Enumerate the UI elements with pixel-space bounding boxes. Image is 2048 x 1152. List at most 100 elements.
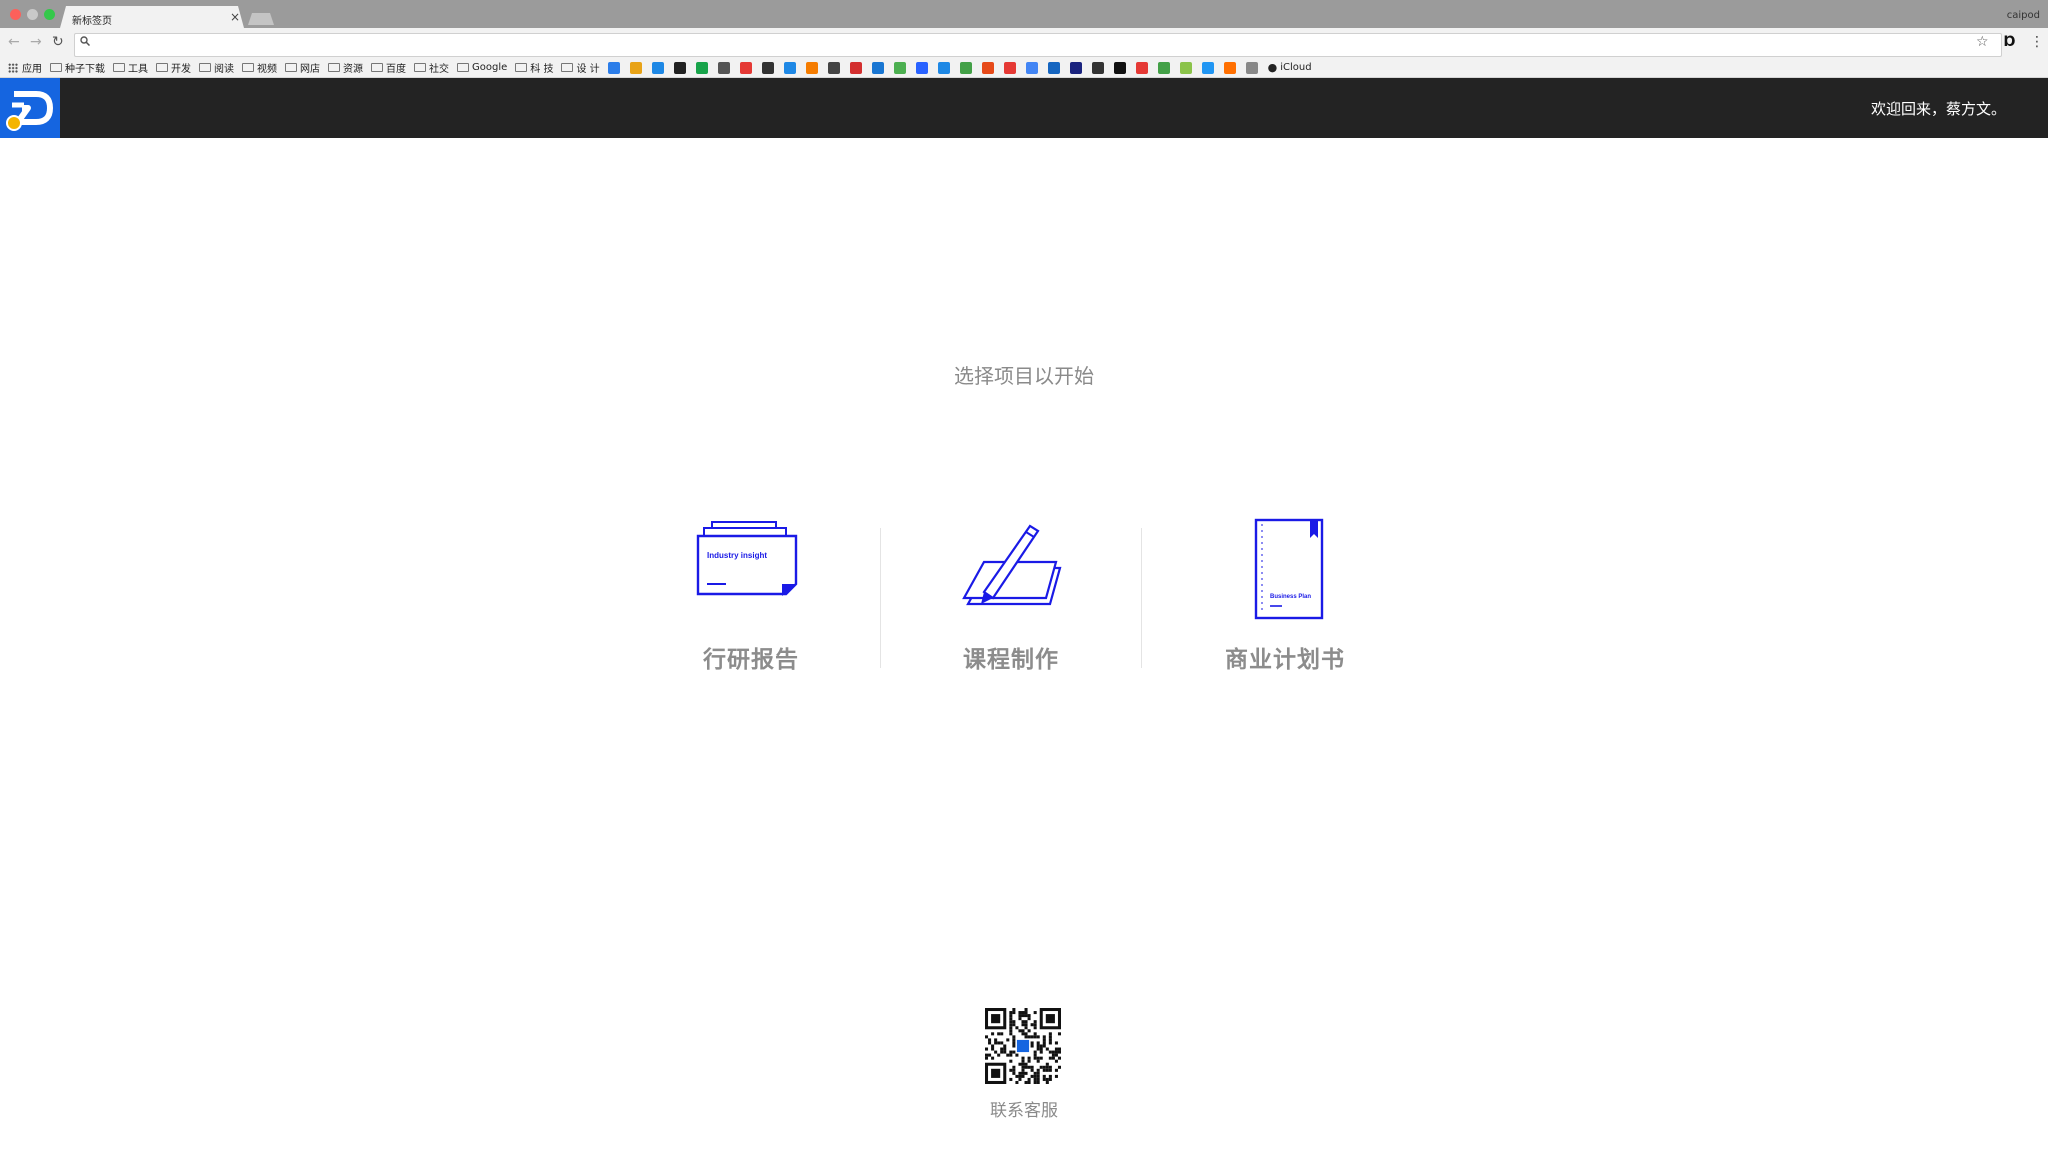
bookmark-label: 阅读 (214, 64, 234, 75)
folder-icon (242, 63, 254, 72)
bookmark-favicon[interactable] (1135, 61, 1148, 74)
divider (1141, 528, 1142, 668)
bookmark-favicon[interactable] (739, 61, 752, 74)
bookmark-favicon[interactable] (1179, 61, 1192, 74)
bookmark-favicon[interactable] (1223, 61, 1236, 74)
bookmark-favicon[interactable] (849, 61, 862, 74)
bookmark-favicon[interactable] (761, 61, 774, 74)
industry-insight-text: Industry insight (707, 551, 767, 560)
back-arrow-icon[interactable]: ← (8, 34, 20, 50)
extension-icon[interactable]: Ɒ (2004, 34, 2016, 50)
bookmark-label: 科 技 (530, 64, 554, 75)
search-icon (80, 36, 91, 49)
browser-titlebar (0, 0, 2048, 28)
bookmark-folder[interactable]: 阅读 (199, 60, 234, 75)
folder-icon (156, 63, 168, 72)
bookmark-label: 工具 (128, 64, 148, 75)
address-bar[interactable] (74, 33, 2002, 57)
bookmark-label: 种子下载 (65, 64, 105, 75)
project-card-industry-report[interactable]: Industry insight 行研报告 (631, 518, 871, 678)
bookmark-folder[interactable]: Google (457, 62, 507, 73)
bookmark-star-icon[interactable]: ☆ (1976, 34, 1989, 50)
folder-icon (50, 63, 62, 72)
apps-grid-icon (8, 62, 18, 73)
tab-title: 新标签页 (72, 16, 112, 27)
bookmark-favicon[interactable] (1091, 61, 1104, 74)
bookmark-apps[interactable]: 应用 (8, 60, 42, 75)
folder-icon (457, 63, 469, 72)
bookmark-favicon[interactable] (1003, 61, 1016, 74)
bookmarks-bar: 应用 种子下载 工具 开发 阅读 视频 网店 资源 百度 社交 Google 科… (0, 58, 2048, 78)
bookmark-favicon[interactable] (827, 61, 840, 74)
bookmark-folder[interactable]: 开发 (156, 60, 191, 75)
bookmark-favicons (607, 61, 1268, 74)
bookmark-favicon[interactable] (783, 61, 796, 74)
menu-dots-icon[interactable]: ⋮ (2030, 34, 2044, 50)
bookmark-favicon[interactable] (915, 61, 928, 74)
bookmark-favicon[interactable] (607, 61, 620, 74)
divider (880, 528, 881, 668)
bookmark-favicon[interactable] (805, 61, 818, 74)
bookmark-favicon[interactable] (1047, 61, 1060, 74)
bookmark-favicon[interactable] (1025, 61, 1038, 74)
folder-icon (285, 63, 297, 72)
contact-support-link[interactable]: 联系客服 (0, 1096, 2048, 1121)
app-header (0, 78, 2048, 138)
bookmark-favicon[interactable] (893, 61, 906, 74)
bookmark-label: 开发 (171, 64, 191, 75)
bookmark-favicon[interactable] (629, 61, 642, 74)
maximize-window-button[interactable] (44, 9, 55, 20)
bookmark-favicon[interactable] (695, 61, 708, 74)
bookmark-folder[interactable]: 网店 (285, 60, 320, 75)
profile-name[interactable]: caipod (2007, 10, 2040, 21)
business-plan-text: Business Plan (1270, 594, 1311, 600)
folder-icon (328, 63, 340, 72)
bookmark-favicon[interactable] (1201, 61, 1214, 74)
bookmark-folder[interactable]: 设 计 (561, 60, 600, 75)
apple-icon: ● (1267, 61, 1278, 74)
reload-icon[interactable]: ↻ (52, 34, 64, 50)
folder-icon (113, 63, 125, 72)
folder-icon (414, 63, 426, 72)
bookmark-favicon[interactable] (937, 61, 950, 74)
bookmark-favicon[interactable] (1069, 61, 1082, 74)
bookmark-favicon[interactable] (717, 61, 730, 74)
bookmark-folder[interactable]: 百度 (371, 60, 406, 75)
new-tab-button[interactable] (248, 13, 274, 25)
bookmark-label: 设 计 (576, 64, 600, 75)
card-label: 商业计划书 (1225, 647, 1345, 673)
bookmark-favicon[interactable] (981, 61, 994, 74)
bookmark-folder[interactable]: 视频 (242, 60, 277, 75)
project-card-business-plan[interactable]: Business Plan 商业计划书 (1165, 518, 1405, 678)
bookmark-folder[interactable]: 种子下载 (50, 60, 105, 75)
project-card-course[interactable]: 课程制作 (891, 518, 1131, 678)
bookmark-folder[interactable]: 科 技 (515, 60, 553, 75)
industry-report-icon: Industry insight (696, 521, 798, 596)
bookmark-favicon[interactable] (1157, 61, 1170, 74)
bookmark-label: 视频 (257, 64, 277, 75)
forward-arrow-icon[interactable]: → (30, 34, 42, 50)
card-label: 行研报告 (703, 647, 799, 673)
logo-icon (6, 91, 53, 131)
bookmark-favicon[interactable] (1245, 61, 1258, 74)
bookmark-favicon[interactable] (871, 61, 884, 74)
tab-close-icon[interactable]: × (230, 10, 240, 24)
business-plan-icon: Business Plan (1254, 518, 1324, 620)
bookmark-folder[interactable]: 资源 (328, 60, 363, 75)
folder-icon (561, 63, 574, 72)
app-logo[interactable] (0, 78, 60, 138)
page-title: 选择项目以开始 (954, 364, 1094, 388)
bookmark-folder[interactable]: 社交 (414, 60, 449, 75)
bookmark-icloud[interactable]: ● iCloud (1268, 61, 1312, 74)
minimize-window-button[interactable] (27, 9, 38, 20)
bookmark-label: 百度 (386, 64, 406, 75)
bookmark-favicon[interactable] (673, 61, 686, 74)
close-window-button[interactable] (10, 9, 21, 20)
bookmark-folder[interactable]: 工具 (113, 60, 148, 75)
bookmark-favicon[interactable] (1113, 61, 1126, 74)
bookmark-favicon[interactable] (959, 61, 972, 74)
bookmark-label: 社交 (429, 64, 449, 75)
bookmark-favicon[interactable] (651, 61, 664, 74)
qr-code-icon (985, 1008, 1061, 1084)
pen-paper-icon (962, 524, 1062, 606)
